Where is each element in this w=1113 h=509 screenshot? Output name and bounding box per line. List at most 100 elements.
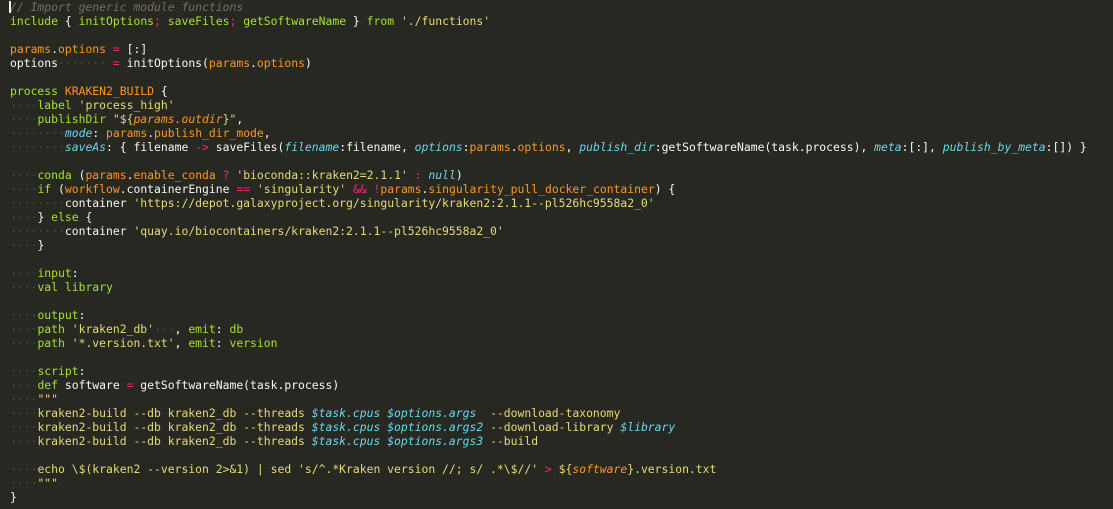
code-token: }: [37, 238, 45, 252]
code-token: =: [112, 56, 120, 70]
code-token: ) {: [654, 182, 676, 196]
code-line[interactable]: }: [10, 490, 1113, 504]
code-line[interactable]: ····}: [10, 238, 1113, 252]
code-line[interactable]: ····output:: [10, 308, 1113, 322]
code-line[interactable]: [10, 448, 1113, 462]
code-line[interactable]: ····script:: [10, 364, 1113, 378]
code-line[interactable]: ····} else {: [10, 210, 1113, 224]
code-token: library: [64, 280, 113, 294]
code-token: $library: [620, 420, 676, 434]
code-token: :: [462, 140, 470, 154]
code-line[interactable]: ····path '*.version.txt', emit: version: [10, 336, 1113, 350]
code-token: ): [455, 168, 463, 182]
code-token: :filename,: [339, 140, 415, 154]
code-line[interactable]: ····kraken2-build --db kraken2_db --thre…: [10, 434, 1113, 448]
code-token: }: [346, 14, 367, 28]
code-token: './functions': [400, 14, 491, 28]
code-line[interactable]: ····val library: [10, 280, 1113, 294]
code-token: options: [517, 140, 566, 154]
code-token: }: [10, 490, 17, 504]
code-line[interactable]: ····input:: [10, 266, 1113, 280]
code-token: publish_by_meta: [942, 140, 1046, 154]
code-line[interactable]: options······· = initOptions(params.opti…: [10, 56, 1113, 70]
code-line[interactable]: [10, 70, 1113, 84]
code-line[interactable]: process KRAKEN2_BUILD {: [10, 84, 1113, 98]
code-token: =: [112, 42, 120, 56]
code-line[interactable]: ····kraken2-build --db kraken2_db --thre…: [10, 420, 1113, 434]
indent-guide: ····: [10, 112, 38, 126]
code-line[interactable]: [10, 252, 1113, 266]
code-token: version: [229, 336, 278, 350]
code-token: 'quay.io/biocontainers/kraken2:2.1.1--pl…: [133, 224, 504, 238]
code-token: ,: [263, 126, 271, 140]
code-line[interactable]: // Import generic module functions: [10, 0, 1113, 14]
code-token: software: [572, 462, 628, 476]
code-token: saveAs: [64, 140, 107, 154]
code-token: ${: [558, 462, 573, 476]
code-token: :: [215, 336, 230, 350]
code-token: from: [366, 14, 395, 28]
code-token: 'kraken2_db': [71, 322, 155, 336]
code-line[interactable]: ····""": [10, 476, 1113, 490]
code-token: getSoftwareName(task.process): [133, 378, 340, 392]
code-line[interactable]: [10, 28, 1113, 42]
code-line[interactable]: [10, 154, 1113, 168]
code-line[interactable]: ····path 'kraken2_db'···, emit: db: [10, 322, 1113, 336]
code-line[interactable]: ········container 'https://depot.galaxyp…: [10, 196, 1113, 210]
indent-guide: ····: [10, 336, 38, 350]
code-body[interactable]: // Import generic module functions includ…: [10, 0, 1113, 504]
code-token: $options.args2: [387, 420, 484, 434]
code-editor[interactable]: // Import generic module functions includ…: [0, 0, 1113, 504]
code-line[interactable]: ····label 'process_high': [10, 98, 1113, 112]
code-line[interactable]: ····def software = getSoftwareName(task.…: [10, 378, 1113, 392]
code-line[interactable]: [10, 294, 1113, 308]
code-token: $options.args: [387, 406, 477, 420]
code-token: input: [37, 266, 72, 280]
indent-guide: ····: [10, 98, 38, 112]
code-token: {: [78, 210, 93, 224]
code-token: label: [37, 98, 72, 112]
code-token: params: [85, 168, 127, 182]
code-token: ->: [195, 140, 209, 154]
code-token: emit: [188, 336, 216, 350]
code-line[interactable]: ····kraken2-build --db kraken2_db --thre…: [10, 406, 1113, 420]
text-cursor: [9, 1, 11, 13]
code-line[interactable]: ····publishDir "${params.outdir}",: [10, 112, 1113, 126]
code-token: params: [208, 56, 251, 70]
code-line[interactable]: ····echo \$(kraken2 --version 2>&1) | se…: [10, 462, 1113, 476]
code-token: options: [58, 42, 107, 56]
code-token: options: [414, 140, 463, 154]
code-token: ;: [229, 14, 244, 28]
code-token: """: [37, 392, 59, 406]
code-token: : { filename: [106, 140, 196, 154]
code-line[interactable]: include { initOptions; saveFiles; getSof…: [10, 14, 1113, 28]
code-token: ,: [174, 336, 189, 350]
code-line[interactable]: params.options = [:]: [10, 42, 1113, 56]
code-token: publish_dir_mode: [154, 126, 264, 140]
code-token: val: [37, 280, 59, 294]
code-token: """: [37, 476, 59, 490]
code-token: kraken2-build --db kraken2_db --threads: [37, 434, 312, 448]
code-token: .: [51, 42, 59, 56]
code-line[interactable]: ····conda (params.enable_conda ? 'biocon…: [10, 168, 1113, 182]
code-token: initOptions: [78, 14, 155, 28]
code-token: params: [106, 126, 148, 140]
code-token: :: [414, 168, 422, 182]
code-token: params: [10, 42, 52, 56]
code-line[interactable]: ········saveAs: { filename -> saveFiles(…: [10, 140, 1113, 154]
indent-guide: ········: [10, 126, 65, 140]
indent-guide: ····: [10, 210, 38, 224]
code-line[interactable]: ····""": [10, 392, 1113, 406]
code-line[interactable]: ····if (workflow.containerEngine == 'sin…: [10, 182, 1113, 196]
code-line[interactable]: ········mode: params.publish_dir_mode,: [10, 126, 1113, 140]
code-line[interactable]: ········container 'quay.io/biocontainers…: [10, 224, 1113, 238]
code-line[interactable]: [10, 350, 1113, 364]
indent-guide: ····: [10, 378, 38, 392]
code-token: $options.args3: [387, 434, 484, 448]
